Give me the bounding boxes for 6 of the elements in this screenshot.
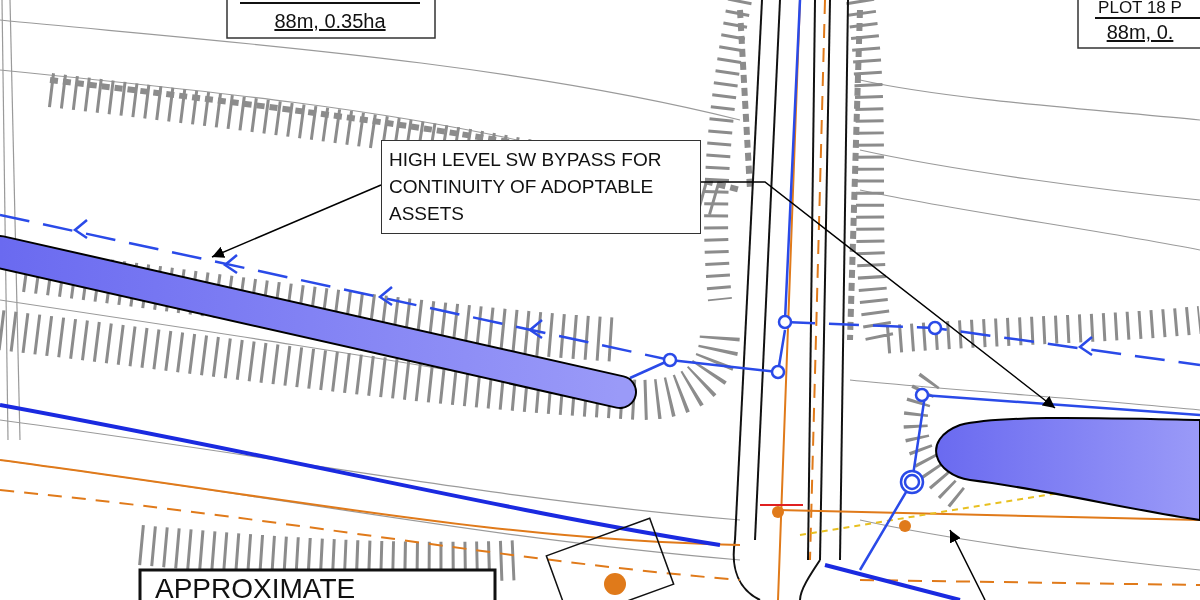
- plot-area-label: 88m, 0.: [1106, 21, 1174, 43]
- plot-area-label: 88m, 0.35ha: [274, 10, 386, 32]
- leader-line: [949, 529, 986, 600]
- plot-area-label: PLOT 18 P: [1098, 0, 1182, 17]
- title-text: APPROXIMATE: [155, 573, 356, 600]
- callout-label: HIGH LEVEL SW BYPASS FOR CONTINUITY OF ADOPTABLE ASSETS: [381, 140, 701, 234]
